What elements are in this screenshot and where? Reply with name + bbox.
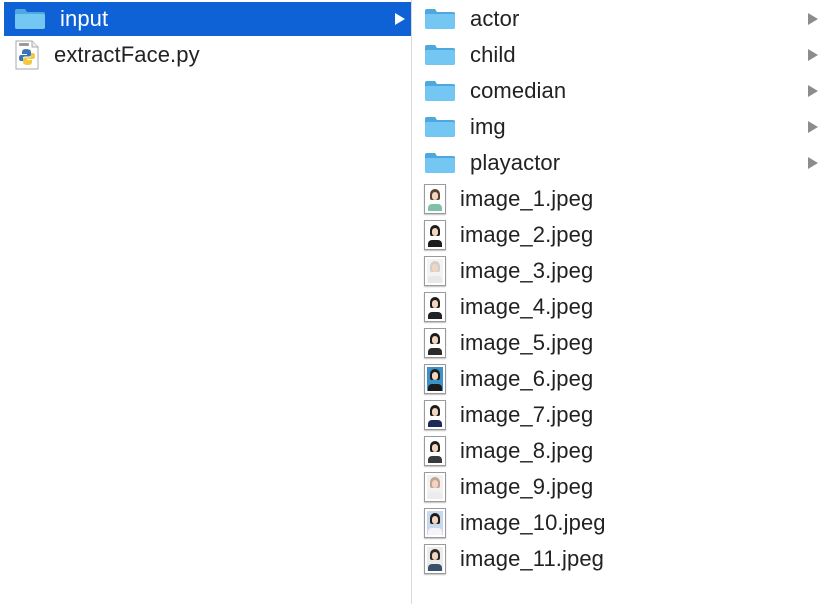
folder-row-actor[interactable]: actor bbox=[412, 2, 824, 36]
file-label: image_2.jpeg bbox=[460, 222, 594, 247]
image-thumbnail-icon bbox=[424, 364, 446, 394]
disclosure-arrow-icon[interactable] bbox=[808, 85, 818, 97]
folder-label: img bbox=[470, 114, 506, 139]
file-label: image_6.jpeg bbox=[460, 366, 594, 391]
image-thumbnail-icon bbox=[424, 508, 446, 538]
file-row[interactable]: image_5.jpeg bbox=[412, 326, 824, 360]
folder-icon bbox=[425, 81, 455, 101]
folder-label: actor bbox=[470, 6, 520, 31]
folder-row-img[interactable]: img bbox=[412, 110, 824, 144]
image-thumbnail-icon bbox=[424, 544, 446, 574]
image-thumbnail-icon bbox=[424, 328, 446, 358]
image-thumbnail-icon bbox=[424, 184, 446, 214]
folder-row-playactor[interactable]: playactor bbox=[412, 146, 824, 180]
folder-icon bbox=[425, 45, 455, 65]
disclosure-arrow-icon[interactable] bbox=[395, 13, 405, 25]
file-label: image_7.jpeg bbox=[460, 402, 594, 427]
file-label: image_1.jpeg bbox=[460, 186, 594, 211]
disclosure-arrow-icon[interactable] bbox=[808, 49, 818, 61]
contents-column: actor child comedian img playactor image… bbox=[412, 0, 824, 604]
file-row[interactable]: image_8.jpeg bbox=[412, 434, 824, 468]
image-thumbnail-icon bbox=[424, 472, 446, 502]
file-label: image_10.jpeg bbox=[460, 510, 606, 535]
file-row[interactable]: image_9.jpeg bbox=[412, 470, 824, 504]
file-row[interactable]: image_7.jpeg bbox=[412, 398, 824, 432]
file-row[interactable]: image_2.jpeg bbox=[412, 218, 824, 252]
file-label: extractFace.py bbox=[54, 42, 200, 67]
folder-row-child[interactable]: child bbox=[412, 38, 824, 72]
file-row[interactable]: image_11.jpeg bbox=[412, 542, 824, 576]
folder-label: playactor bbox=[470, 150, 561, 175]
file-extractface-row[interactable]: extractFace.py bbox=[4, 38, 411, 72]
folder-row-comedian[interactable]: comedian bbox=[412, 74, 824, 108]
image-thumbnail-icon bbox=[424, 220, 446, 250]
folder-icon bbox=[425, 153, 455, 173]
python-file-icon bbox=[15, 40, 39, 70]
file-label: image_3.jpeg bbox=[460, 258, 594, 283]
file-row[interactable]: image_6.jpeg bbox=[412, 362, 824, 396]
image-thumbnail-icon bbox=[424, 400, 446, 430]
file-row[interactable]: image_3.jpeg bbox=[412, 254, 824, 288]
folder-label: input bbox=[60, 6, 109, 31]
image-thumbnail-icon bbox=[424, 256, 446, 286]
file-label: image_4.jpeg bbox=[460, 294, 594, 319]
file-row[interactable]: image_10.jpeg bbox=[412, 506, 824, 540]
file-label: image_9.jpeg bbox=[460, 474, 594, 499]
file-row[interactable]: image_1.jpeg bbox=[412, 182, 824, 216]
disclosure-arrow-icon[interactable] bbox=[808, 157, 818, 169]
file-label: image_8.jpeg bbox=[460, 438, 594, 463]
image-thumbnail-icon bbox=[424, 436, 446, 466]
file-label: image_5.jpeg bbox=[460, 330, 594, 355]
file-label: image_11.jpeg bbox=[460, 546, 604, 571]
disclosure-arrow-icon[interactable] bbox=[808, 121, 818, 133]
folder-icon bbox=[15, 9, 45, 29]
parent-column: input extractFace.py bbox=[0, 0, 412, 604]
image-thumbnail-icon bbox=[424, 292, 446, 322]
folder-input-row[interactable]: input bbox=[4, 2, 411, 36]
folder-icon bbox=[425, 9, 455, 29]
disclosure-arrow-icon[interactable] bbox=[808, 13, 818, 25]
folder-label: comedian bbox=[470, 78, 567, 103]
folder-label: child bbox=[470, 42, 516, 67]
folder-icon bbox=[425, 117, 455, 137]
file-row[interactable]: image_4.jpeg bbox=[412, 290, 824, 324]
